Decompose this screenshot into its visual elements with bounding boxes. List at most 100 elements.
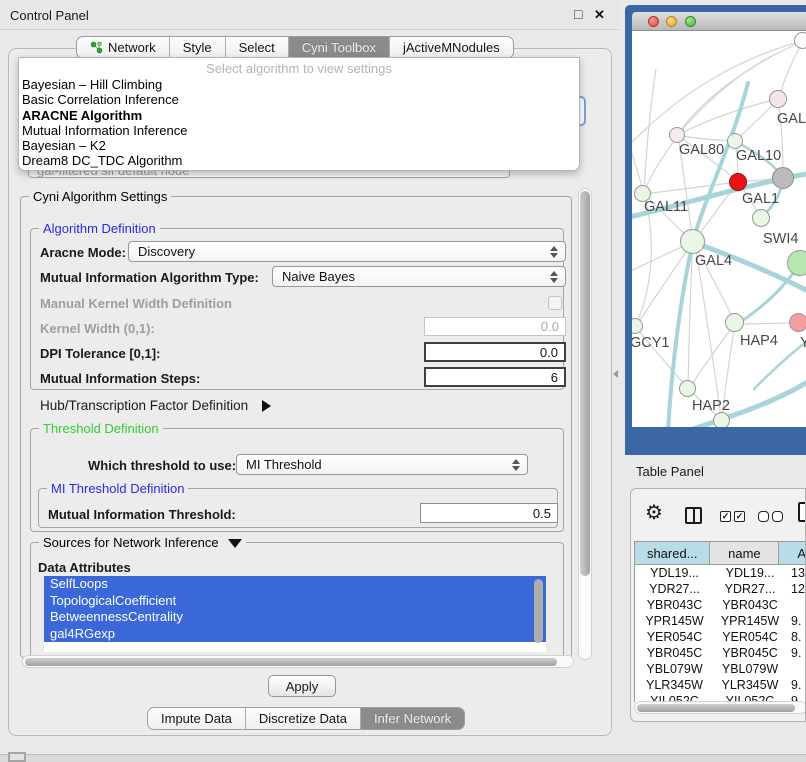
node-label-gcy1: GCY1: [632, 335, 670, 351]
settings-vscrollbar-thumb[interactable]: [580, 191, 590, 576]
tab-infer-network[interactable]: Infer Network: [360, 708, 464, 729]
network-node-hap4[interactable]: [725, 313, 744, 332]
control-panel: Control Panel □ ✕ Network Style Select C…: [0, 0, 620, 762]
network-node-gal80[interactable]: [669, 127, 685, 143]
tab-style[interactable]: Style: [169, 37, 225, 58]
network-tab-icon: [90, 41, 103, 54]
column-header-name[interactable]: name: [710, 542, 779, 564]
tab-jactivemnodules[interactable]: jActiveMNodules: [389, 37, 513, 58]
gear-icon[interactable]: ⚙: [645, 503, 663, 523]
network-node[interactable]: [769, 90, 787, 108]
tab-discretize-data[interactable]: Discretize Data: [245, 708, 360, 729]
network-node-gal1-selected[interactable]: [729, 173, 747, 191]
check-glyph: ✓: [722, 511, 730, 521]
close-icon[interactable]: ✕: [594, 7, 605, 23]
sources-group-header[interactable]: Sources for Network Inference: [39, 535, 246, 550]
network-window[interactable]: GAL GAL80 GAL10 GAL1 GAL11 SWI4 GAL4 GCY…: [625, 5, 806, 455]
window-close-icon[interactable]: [648, 16, 659, 27]
kernel-width-label: Kernel Width (0,1):: [40, 321, 155, 336]
tab-select-label: Select: [239, 40, 275, 55]
network-node[interactable]: [787, 250, 806, 276]
algorithm-popup-prompt: Select algorithm to view settings: [19, 58, 579, 76]
network-node-gal10[interactable]: [727, 133, 743, 149]
settings-hscrollbar-thumb[interactable]: [25, 658, 557, 666]
dpi-tolerance-input[interactable]: 0.0: [424, 342, 566, 362]
network-window-titlebar[interactable]: [632, 12, 806, 31]
collapsed-arrow-icon: [262, 400, 271, 412]
table-row[interactable]: YER054CYER054C8.: [635, 629, 806, 645]
unchecked-checkbox-icon[interactable]: [772, 511, 783, 522]
mi-steps-value: 6: [551, 370, 558, 385]
network-node-gal4[interactable]: [680, 229, 705, 254]
settings-hscrollbar[interactable]: [22, 655, 574, 668]
apply-button[interactable]: Apply: [268, 675, 336, 697]
hub-definition-expander[interactable]: Hub/Transcription Factor Definition: [40, 397, 271, 415]
column-header-shared-name[interactable]: shared...: [635, 542, 710, 564]
network-node[interactable]: [789, 313, 806, 332]
table-row[interactable]: YDR27...YDR27...12: [635, 581, 806, 597]
network-node[interactable]: [794, 32, 806, 49]
algorithm-option[interactable]: Bayesian – K2: [19, 138, 579, 153]
node-label-gal10: GAL10: [736, 148, 781, 164]
attribute-item-selected[interactable]: gal4RGexp: [44, 626, 546, 643]
algorithm-option[interactable]: Dream8 DC_TDC Algorithm: [19, 153, 579, 168]
algorithm-option[interactable]: Mutual Information Inference: [19, 123, 579, 138]
tab-impute-data[interactable]: Impute Data: [148, 708, 245, 729]
aracne-mode-combo[interactable]: Discovery: [128, 241, 566, 262]
table-row[interactable]: YBL079WYBL079W: [635, 661, 806, 677]
checked-checkbox-icon[interactable]: ✓: [734, 511, 745, 522]
mi-algorithm-type-label: Mutual Information Algorithm Type:: [40, 270, 259, 285]
table-row[interactable]: YBR045CYBR045C9.: [635, 645, 806, 661]
tab-cyni-toolbox-label: Cyni Toolbox: [302, 40, 376, 55]
minimized-panel-icon[interactable]: [8, 752, 26, 762]
tab-style-label: Style: [183, 40, 212, 55]
table-row[interactable]: YLR345WYLR345W9.: [635, 677, 806, 693]
node-label-hap2: HAP2: [692, 398, 730, 414]
settings-vscrollbar[interactable]: [578, 188, 592, 660]
algorithm-option[interactable]: Basic Correlation Inference: [19, 92, 579, 107]
attribute-item-selected[interactable]: BetweennessCentrality: [44, 609, 546, 626]
algorithm-option[interactable]: Bayesian – Hill Climbing: [19, 77, 579, 92]
algorithm-option-selected[interactable]: ARACNE Algorithm: [19, 108, 579, 123]
panel-splitter-handle[interactable]: [613, 370, 618, 378]
attribute-item-selected[interactable]: TopologicalCoefficient: [44, 593, 546, 610]
manual-kernel-width-checkbox[interactable]: [548, 296, 562, 310]
float-icon[interactable]: □: [574, 6, 582, 22]
network-node[interactable]: [772, 167, 794, 189]
mi-algorithm-type-value: Naive Bayes: [282, 269, 355, 284]
which-threshold-combo[interactable]: MI Threshold: [236, 454, 528, 475]
check-glyph: ✓: [736, 511, 744, 521]
column-header-partial[interactable]: A: [779, 542, 806, 564]
network-node-hap2[interactable]: [679, 380, 696, 397]
table-row[interactable]: YPR145WYPR145W9.: [635, 613, 806, 629]
cyni-algorithm-settings-title: Cyni Algorithm Settings: [29, 189, 171, 204]
checked-checkbox-icon[interactable]: ✓: [720, 511, 731, 522]
tab-jactivemnodules-label: jActiveMNodules: [403, 40, 500, 55]
tab-infer-network-label: Infer Network: [374, 711, 451, 726]
tab-impute-data-label: Impute Data: [161, 711, 232, 726]
kernel-width-input[interactable]: 0.0: [424, 317, 566, 336]
network-node[interactable]: [713, 412, 730, 427]
table-hscrollbar[interactable]: [634, 701, 806, 714]
table-hscrollbar-thumb[interactable]: [637, 704, 795, 712]
tab-cyni-toolbox[interactable]: Cyni Toolbox: [288, 37, 389, 58]
table-row[interactable]: YDL19...YDL19...13: [635, 565, 806, 581]
mi-algorithm-type-combo[interactable]: Naive Bayes: [272, 266, 566, 287]
attributes-scrollbar-thumb[interactable]: [534, 579, 543, 643]
network-canvas[interactable]: GAL GAL80 GAL10 GAL1 GAL11 SWI4 GAL4 GCY…: [632, 31, 806, 427]
column-layout-icon[interactable]: [685, 507, 702, 524]
node-label: Y: [800, 335, 806, 351]
window-minimize-icon[interactable]: [666, 16, 677, 27]
mi-threshold-input[interactable]: 0.5: [420, 503, 558, 523]
mi-steps-input[interactable]: 6: [424, 367, 566, 387]
tab-select[interactable]: Select: [225, 37, 288, 58]
network-node-swi4[interactable]: [752, 209, 770, 227]
tab-network[interactable]: Network: [77, 37, 169, 58]
algorithm-dropdown-popup: Select algorithm to view settings Bayesi…: [18, 57, 580, 171]
window-zoom-icon[interactable]: [685, 16, 696, 27]
which-threshold-value: MI Threshold: [246, 457, 322, 472]
attribute-item-selected[interactable]: SelfLoops: [44, 576, 546, 593]
document-icon[interactable]: [798, 502, 806, 522]
unchecked-checkbox-icon[interactable]: [758, 511, 769, 522]
table-row[interactable]: YBR043CYBR043C: [635, 597, 806, 613]
